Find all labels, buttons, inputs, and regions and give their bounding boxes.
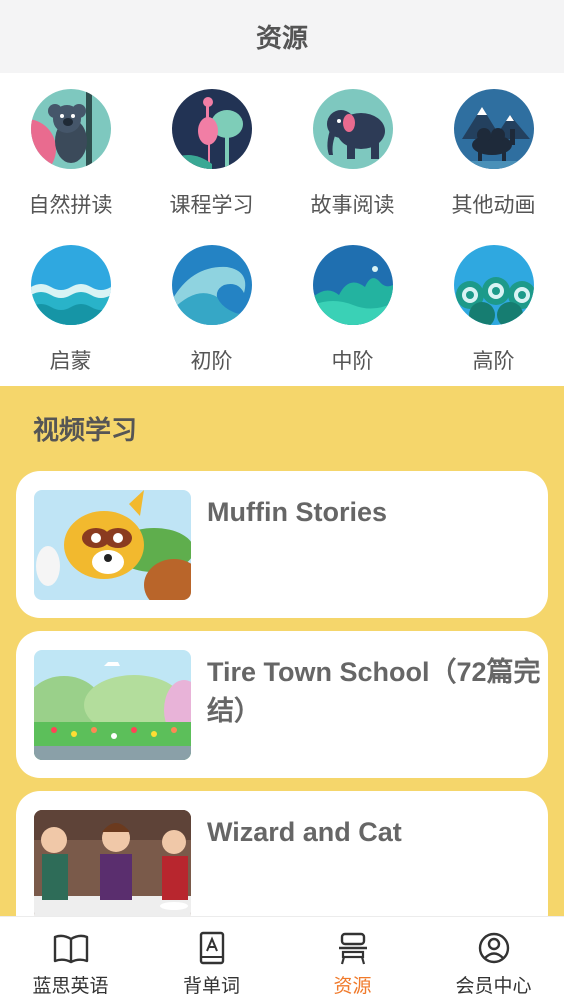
category-phonics[interactable]: 自然拼读 — [0, 89, 141, 245]
tab-label: 资源 — [333, 975, 372, 997]
swirl-wave-icon — [453, 245, 534, 325]
category-grid: 自然拼读 课程学习 故事阅读 其他动画 启蒙 初阶 中阶 高阶 — [0, 73, 564, 386]
video-title: Muffin Stories — [207, 497, 387, 527]
video-card[interactable]: Tire Town School（72篇完结） — [16, 631, 548, 778]
category-label: 自然拼读 — [28, 193, 113, 217]
category-label: 课程学习 — [169, 193, 254, 217]
camel-icon — [453, 89, 534, 169]
video-title: Wizard and Cat — [207, 817, 402, 847]
bottom-tab-bar: 蓝思英语 背单词 资源 会员中心 — [0, 916, 564, 1004]
tab-vocabulary[interactable]: 背单词 — [141, 917, 282, 1004]
video-thumbnail — [34, 810, 191, 916]
tab-label: 会员中心 — [455, 975, 532, 997]
category-label: 启蒙 — [49, 349, 92, 373]
tab-label: 背单词 — [182, 975, 240, 997]
category-label: 中阶 — [331, 349, 374, 373]
desk-icon — [334, 931, 372, 965]
elephant-icon — [312, 89, 393, 169]
category-label: 高阶 — [472, 349, 515, 373]
video-card[interactable]: Muffin Stories — [16, 471, 548, 618]
section-title: 视频学习 — [33, 416, 138, 446]
category-label: 其他动画 — [451, 193, 536, 217]
category-label: 初阶 — [190, 349, 233, 373]
category-label: 故事阅读 — [310, 193, 395, 217]
page-title: 资源 — [255, 24, 308, 54]
calm-wave-icon — [30, 245, 111, 325]
category-advanced[interactable]: 高阶 — [423, 245, 564, 386]
flamingo-icon — [171, 89, 252, 169]
video-card[interactable]: Wizard and Cat — [16, 791, 548, 916]
big-wave-icon — [312, 245, 393, 325]
tab-label: 蓝思英语 — [32, 975, 109, 997]
video-thumbnail — [34, 650, 191, 760]
category-beginner[interactable]: 启蒙 — [0, 245, 141, 386]
video-title: Tire Town School（72篇完结） — [207, 657, 541, 727]
video-learning-section: 视频学习 Muffin Stories Tire Town School（72篇… — [0, 386, 564, 916]
koala-icon — [30, 89, 111, 169]
curl-wave-icon — [171, 245, 252, 325]
tab-member-center[interactable]: 会员中心 — [423, 917, 564, 1004]
category-intermediate[interactable]: 中阶 — [282, 245, 423, 386]
dictionary-icon — [193, 931, 231, 965]
book-open-icon — [52, 931, 90, 965]
video-thumbnail — [34, 490, 191, 600]
category-other-animation[interactable]: 其他动画 — [423, 89, 564, 245]
user-circle-icon — [475, 931, 513, 965]
tab-resources[interactable]: 资源 — [282, 917, 423, 1004]
category-stories[interactable]: 故事阅读 — [282, 89, 423, 245]
category-course[interactable]: 课程学习 — [141, 89, 282, 245]
category-elementary[interactable]: 初阶 — [141, 245, 282, 386]
top-header: 资源 — [0, 0, 564, 73]
tab-lexile-english[interactable]: 蓝思英语 — [0, 917, 141, 1004]
